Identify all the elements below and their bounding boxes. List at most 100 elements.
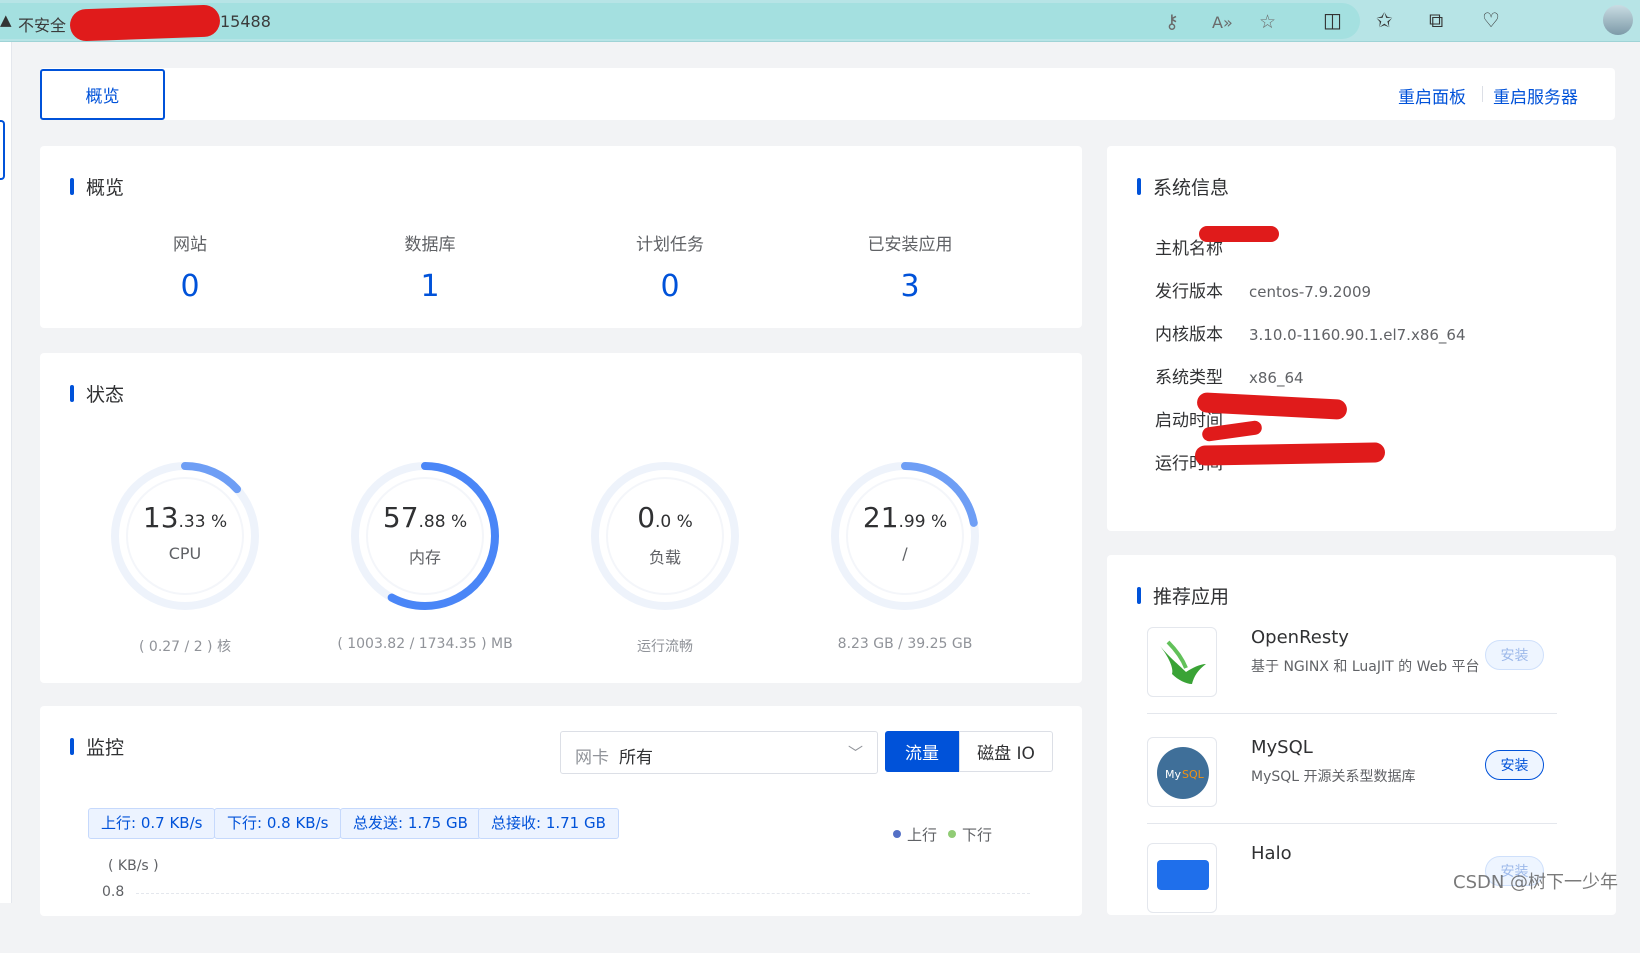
insecure-label: 不安全 xyxy=(18,16,67,35)
gauge-inner-ring xyxy=(126,477,244,595)
overview-count[interactable]: 0 xyxy=(90,269,290,304)
legend-download[interactable]: 下行 xyxy=(948,824,992,845)
tab-overview[interactable]: 概览 xyxy=(40,69,165,120)
nic-prefix: 网卡 xyxy=(575,748,609,768)
svg-text:SQL: SQL xyxy=(1182,768,1205,781)
overview-count[interactable]: 1 xyxy=(330,269,530,304)
gauge-value: 13.33 % xyxy=(142,501,228,534)
recommended-apps-card: 推荐应用 OpenResty 基于 NGINX 和 LuaJIT 的 Web 平… xyxy=(1107,555,1616,915)
warning-triangle-icon: ▲ xyxy=(0,11,12,29)
profile-avatar[interactable] xyxy=(1603,5,1633,35)
mysql-logo-icon: My SQL xyxy=(1147,737,1217,807)
title-accent-bar xyxy=(70,385,74,402)
grid-line xyxy=(136,893,1030,894)
title-accent-bar xyxy=(1137,587,1141,604)
overview-label: 数据库 xyxy=(404,235,456,255)
gauge-ring xyxy=(831,462,979,610)
address-bar[interactable]: ▲ 不安全 15488 ⚷ A» ☆ xyxy=(0,3,1360,42)
app-description: MySQL 开源关系型数据库 xyxy=(1251,769,1416,785)
redaction-scribble xyxy=(69,4,221,42)
app-name: OpenResty xyxy=(1251,627,1349,648)
legend-upload[interactable]: 上行 xyxy=(893,824,937,845)
overview-label: 网站 xyxy=(173,235,207,255)
gauge-inner-ring xyxy=(366,477,484,595)
browser-essentials-icon[interactable]: ♡ xyxy=(1482,8,1500,32)
overview-databases[interactable]: 数据库 1 xyxy=(330,230,530,304)
gauge-inner-ring xyxy=(846,477,964,595)
gauge-load: 0.0 % 负载 xyxy=(580,451,750,621)
gauge-label: CPU xyxy=(168,544,202,563)
gauge-label: / xyxy=(902,544,908,563)
title-accent-bar xyxy=(1137,178,1141,195)
gauge-footer: ( 0.27 / 2 ) 核 xyxy=(139,639,231,655)
overview-label: 计划任务 xyxy=(636,235,704,255)
sysinfo-row-arch: 系统类型 x86_64 xyxy=(1155,368,1304,388)
gauge-footer: 8.23 GB / 39.25 GB xyxy=(837,636,973,652)
redaction-scribble xyxy=(1199,226,1279,242)
collections-icon[interactable]: ⧉ xyxy=(1429,8,1443,32)
overview-count[interactable]: 3 xyxy=(810,269,1010,304)
overview-installed-apps[interactable]: 已安装应用 3 xyxy=(810,230,1010,304)
app-description: 基于 NGINX 和 LuaJIT 的 Web 平台 xyxy=(1251,659,1480,675)
svg-text:My: My xyxy=(1165,768,1181,781)
y-axis-tick: 0.8 xyxy=(102,884,125,900)
restart-server-link[interactable]: 重启服务器 xyxy=(1493,83,1578,108)
traffic-button[interactable]: 流量 xyxy=(885,731,959,772)
stat-tag-upload: 上行: 0.7 KB/s xyxy=(88,808,216,839)
gauge-disk: 21.99 % / xyxy=(820,451,990,621)
nic-select[interactable]: 网卡 所有 ﹀ xyxy=(560,731,878,774)
sysinfo-row-distro: 发行版本 centos-7.9.2009 xyxy=(1155,282,1372,302)
recommend-title: 推荐应用 xyxy=(1153,586,1230,608)
install-button[interactable]: 安装 xyxy=(1485,750,1544,780)
redaction-scribble xyxy=(1194,442,1386,466)
overview-label: 已安装应用 xyxy=(867,235,953,255)
address-port: 15488 xyxy=(220,12,271,31)
gauge-inner-ring xyxy=(606,477,724,595)
title-accent-bar xyxy=(70,738,74,755)
watermark: CSDN @树下一少年 xyxy=(1453,872,1619,893)
divider xyxy=(1147,713,1557,714)
overview-title: 概览 xyxy=(86,177,125,199)
key-icon[interactable]: ⚷ xyxy=(1165,11,1179,33)
gauge-footer: 运行流畅 xyxy=(637,639,693,655)
stat-tag-total-sent: 总发送: 1.75 GB xyxy=(340,808,481,839)
split-screen-icon[interactable]: ◫ xyxy=(1323,8,1342,32)
gauge-cpu: 13.33 % CPU xyxy=(100,451,270,621)
install-button[interactable]: 安装 xyxy=(1485,640,1544,670)
legend-dot-icon xyxy=(893,830,901,838)
sysinfo-title: 系统信息 xyxy=(1153,177,1230,199)
gauge-value: 0.0 % xyxy=(637,501,693,534)
overview-websites[interactable]: 网站 0 xyxy=(90,230,290,304)
overview-cron-jobs[interactable]: 计划任务 0 xyxy=(570,230,770,304)
divider xyxy=(1482,86,1483,102)
gauge-label: 内存 xyxy=(408,548,441,567)
status-title: 状态 xyxy=(86,384,125,406)
gauge-footer: ( 1003.82 / 1734.35 ) MB xyxy=(337,636,513,652)
stat-tag-download: 下行: 0.8 KB/s xyxy=(214,808,342,839)
sysinfo-row-kernel: 内核版本 3.10.0-1160.90.1.el7.x86_64 xyxy=(1155,325,1466,345)
gauge-memory: 57.88 % 内存 xyxy=(340,451,510,621)
restart-panel-link[interactable]: 重启面板 xyxy=(1398,83,1466,108)
favorite-star-icon[interactable]: ☆ xyxy=(1259,11,1276,33)
monitor-title: 监控 xyxy=(86,737,125,759)
gauge-track xyxy=(591,462,739,610)
app-item-halo[interactable]: Halo 安装 xyxy=(1147,843,1567,953)
gauge-value: 57.88 % xyxy=(382,501,468,534)
y-axis-unit: ( KB/s ) xyxy=(108,858,159,874)
status-card: 状态 13.33 % CPU ( 0.27 / 2 ) 核 57.88 % 内存… xyxy=(40,353,1082,683)
disk-io-button[interactable]: 磁盘 IO xyxy=(959,731,1053,772)
overview-count[interactable]: 0 xyxy=(570,269,770,304)
legend-dot-icon xyxy=(948,830,956,838)
app-item-mysql[interactable]: My SQL MySQL MySQL 开源关系型数据库 安装 xyxy=(1147,737,1567,847)
stat-tag-total-received: 总接收: 1.71 GB xyxy=(478,808,619,839)
gauge-ring xyxy=(351,462,499,610)
monitor-card: 监控 网卡 所有 ﹀ 流量 磁盘 IO 上行: 0.7 KB/s 下行: 0.8… xyxy=(40,706,1082,916)
openresty-logo-icon xyxy=(1147,627,1217,697)
app-name: MySQL xyxy=(1251,737,1313,758)
read-aloud-icon[interactable]: A» xyxy=(1212,13,1233,32)
favorites-icon[interactable]: ✩ xyxy=(1376,8,1393,32)
sidebar-active-indicator xyxy=(0,120,5,180)
app-name: Halo xyxy=(1251,843,1292,864)
app-item-openresty[interactable]: OpenResty 基于 NGINX 和 LuaJIT 的 Web 平台 安装 xyxy=(1147,627,1567,737)
nic-value: 所有 xyxy=(619,748,653,768)
